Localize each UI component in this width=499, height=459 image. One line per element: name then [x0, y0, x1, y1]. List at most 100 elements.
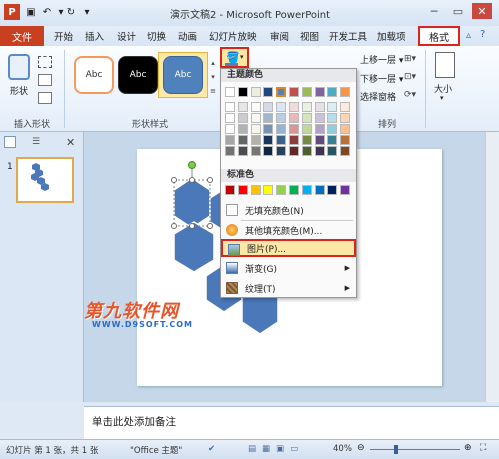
send-backward-button[interactable]: 下移一层 ▾ [360, 72, 403, 85]
theme-color-swatch[interactable] [276, 124, 287, 134]
tab-transitions[interactable]: 切换 [147, 29, 166, 43]
standard-color-swatch[interactable] [314, 185, 325, 195]
theme-color-swatch[interactable] [263, 113, 274, 123]
bring-forward-button[interactable]: 上移一层 ▾ [360, 53, 403, 66]
theme-color-swatch[interactable] [340, 113, 351, 123]
text-box-icon[interactable] [38, 74, 52, 86]
theme-color-swatch[interactable] [225, 113, 235, 123]
tab-developer[interactable]: 开发工具 [329, 29, 367, 43]
theme-color-swatch[interactable] [327, 87, 338, 97]
theme-name[interactable]: "Office 主题" [130, 444, 182, 456]
standard-color-swatch[interactable] [225, 185, 235, 195]
minimize-icon[interactable]: ─ [424, 3, 444, 19]
theme-color-swatch[interactable] [327, 146, 338, 156]
shape-fill-button[interactable]: 🪣 ▾ [220, 47, 249, 68]
shape-style-black[interactable]: Abc [118, 56, 158, 94]
theme-color-swatch[interactable] [237, 87, 248, 97]
zoom-in-icon[interactable]: ⊕ [464, 443, 472, 453]
tab-design[interactable]: 设计 [117, 29, 136, 43]
theme-color-swatch[interactable] [340, 146, 351, 156]
theme-color-swatch[interactable] [263, 135, 274, 145]
shapes-button[interactable]: 形状 [10, 84, 28, 97]
shape-style-orange-outline[interactable]: Abc [74, 56, 114, 94]
theme-color-swatch[interactable] [289, 135, 299, 145]
more-fill-colors-item[interactable]: 其他填充颜色(M)... [221, 221, 356, 239]
theme-color-swatch[interactable] [340, 87, 351, 97]
customize-qat-icon[interactable]: ▾ [80, 5, 94, 19]
fit-to-window-icon[interactable]: ⛶ [480, 443, 486, 453]
zoom-level[interactable]: 40% [333, 444, 352, 454]
theme-color-swatch[interactable] [225, 124, 235, 134]
no-fill-item[interactable]: 无填充颜色(N) [221, 201, 356, 219]
maximize-icon[interactable]: ▭ [448, 3, 468, 19]
tab-slideshow[interactable]: 幻灯片放映 [209, 29, 257, 43]
picture-item[interactable]: 图片(P)... [221, 239, 356, 257]
tab-format[interactable]: 格式 [418, 26, 460, 46]
zoom-slider-handle[interactable] [394, 445, 398, 454]
theme-color-swatch[interactable] [314, 102, 325, 112]
theme-color-swatch[interactable] [250, 102, 261, 112]
theme-color-swatch[interactable] [237, 135, 248, 145]
close-pane-icon[interactable]: ✕ [66, 136, 75, 149]
theme-color-swatch[interactable] [301, 135, 312, 145]
theme-color-swatch[interactable] [250, 113, 261, 123]
theme-color-swatch[interactable] [225, 135, 235, 145]
theme-color-swatch[interactable] [289, 124, 299, 134]
standard-color-swatch[interactable] [289, 185, 299, 195]
rotate-icon[interactable]: ⟳▾ [404, 90, 416, 100]
outline-tab-icon[interactable]: ☰ [32, 137, 40, 147]
merge-shapes-icon[interactable] [38, 92, 52, 104]
theme-color-swatch[interactable] [289, 146, 299, 156]
help-icon[interactable]: ? [480, 29, 485, 40]
standard-color-swatch[interactable] [327, 185, 338, 195]
theme-color-swatch[interactable] [276, 102, 287, 112]
chevron-down-icon[interactable]: ▾ [440, 94, 444, 102]
group-icon[interactable]: ⊡▾ [404, 72, 416, 82]
theme-color-swatch[interactable] [276, 113, 287, 123]
theme-color-swatch[interactable] [301, 146, 312, 156]
theme-color-swatch[interactable] [250, 87, 261, 97]
tab-home[interactable]: 开始 [54, 29, 73, 43]
theme-color-swatch[interactable] [276, 135, 287, 145]
ribbon-collapse-icon[interactable]: ▵ [466, 30, 471, 41]
theme-color-swatch[interactable] [340, 135, 351, 145]
theme-color-swatch[interactable] [301, 113, 312, 123]
theme-color-swatch[interactable] [225, 146, 235, 156]
undo-icon[interactable]: ↶ [40, 5, 54, 19]
standard-color-swatch[interactable] [263, 185, 274, 195]
theme-color-swatch[interactable] [263, 146, 274, 156]
slides-tab-icon[interactable] [4, 136, 16, 148]
spell-check-icon[interactable]: ✔ [208, 444, 215, 454]
tab-view[interactable]: 视图 [300, 29, 319, 43]
theme-color-swatch[interactable] [327, 135, 338, 145]
theme-color-swatch[interactable] [301, 124, 312, 134]
edit-shape-icon[interactable] [38, 56, 52, 68]
tab-addins[interactable]: 加载项 [377, 29, 406, 43]
theme-color-swatch[interactable] [225, 87, 235, 97]
shapes-icon[interactable] [8, 54, 30, 80]
standard-color-swatch[interactable] [250, 185, 261, 195]
theme-color-swatch[interactable] [314, 87, 325, 97]
theme-color-swatch[interactable] [276, 146, 287, 156]
notes-placeholder[interactable]: 单击此处添加备注 [92, 414, 176, 429]
theme-color-swatch[interactable] [289, 113, 299, 123]
theme-color-swatch[interactable] [327, 124, 338, 134]
style-gallery-scroll[interactable]: ▴ ▾ ≡ [209, 56, 217, 98]
tab-animations[interactable]: 动画 [178, 29, 197, 43]
theme-color-swatch[interactable] [327, 102, 338, 112]
theme-color-swatch[interactable] [327, 113, 338, 123]
texture-item[interactable]: 纹理(T) ▶ [221, 279, 356, 297]
theme-color-swatch[interactable] [314, 113, 325, 123]
theme-color-swatch[interactable] [250, 135, 261, 145]
theme-color-swatch[interactable] [301, 87, 312, 97]
selection-pane-button[interactable]: 选择窗格 [360, 90, 396, 103]
theme-color-swatch[interactable] [250, 146, 261, 156]
tab-review[interactable]: 审阅 [270, 29, 289, 43]
save-icon[interactable]: ▣ [24, 5, 38, 19]
theme-color-swatch[interactable] [237, 102, 248, 112]
standard-color-swatch[interactable] [276, 185, 287, 195]
align-icon[interactable]: ⊞▾ [404, 54, 416, 64]
theme-color-swatch[interactable] [314, 146, 325, 156]
gradient-item[interactable]: 渐变(G) ▶ [221, 259, 356, 277]
zoom-slider[interactable] [370, 449, 460, 450]
